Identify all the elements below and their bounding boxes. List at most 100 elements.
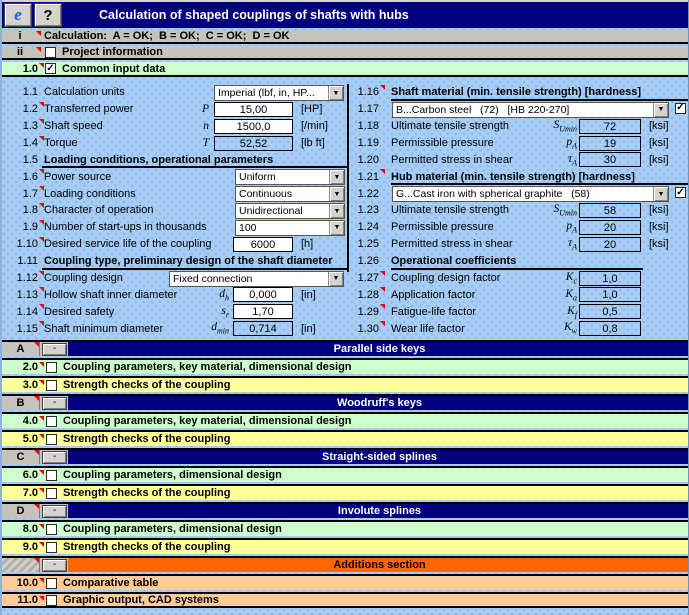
chevron-down-icon[interactable]: ▼ [653, 187, 668, 201]
dropdown-value: Fixed connection [170, 273, 328, 285]
comment-marker-icon [39, 186, 44, 191]
row-6-0: 6.0 Coupling parameters, dimensional des… [2, 466, 689, 482]
collapse-section-a-button[interactable]: - [42, 343, 67, 356]
row-label: Graphic output, CAD systems [63, 594, 219, 606]
chevron-down-icon[interactable]: ▼ [653, 103, 668, 117]
comment-marker-icon [39, 596, 44, 601]
dropdown-character-of-operation[interactable]: Unidirectional ▼ [235, 203, 345, 219]
row-2-0-checkbox[interactable] [46, 362, 57, 373]
section-1-header: 1.0 ✓ Common input data [2, 62, 689, 77]
output-shaft-minimum-diameter: 0,714 [233, 321, 293, 336]
row-4-0-checkbox[interactable] [46, 416, 57, 427]
comment-marker-icon [39, 578, 44, 583]
row-9-0-checkbox[interactable] [46, 542, 57, 553]
collapse-section-d-button[interactable]: - [42, 505, 67, 518]
row-fatigue-life-factor: 1.29 Fatigue-life factor Kf 0,5 [347, 303, 689, 320]
chevron-down-icon[interactable]: ▼ [328, 86, 343, 100]
input-transferred-power[interactable]: 15,00 [214, 102, 293, 117]
row-number: 1.20 [347, 154, 379, 166]
output-application-factor: 1,0 [579, 287, 641, 302]
chevron-down-icon[interactable]: ▼ [328, 272, 343, 286]
dropdown-power-source[interactable]: Uniform ▼ [235, 169, 345, 185]
row-number: 11.0 [2, 594, 38, 606]
row-3-0-checkbox[interactable] [46, 380, 57, 391]
section-c-bar: C - Straight-sided splines [2, 448, 689, 464]
row-label: Comparative table [63, 577, 158, 589]
symbol: Kf [501, 305, 577, 319]
row-number: 1.2 [2, 103, 38, 115]
symbol: dh [152, 288, 229, 302]
symbol: pA [501, 136, 577, 150]
comment-marker-icon [380, 85, 385, 90]
row-11-0-checkbox[interactable] [46, 595, 57, 606]
row-7-0-checkbox[interactable] [46, 488, 57, 499]
dropdown-calculation-units[interactable]: Imperial (lbf, in, HP... ▼ [214, 85, 344, 101]
row-8-0-checkbox[interactable] [46, 524, 57, 535]
comment-marker-icon [39, 136, 44, 141]
row-loading-conditions: 1.7 Loading conditions Continuous ▼ [2, 185, 347, 202]
row-label: Coupling parameters, dimensional design [63, 523, 282, 535]
row-hub-permissible-pressure: 1.24 Permissible pressure pA 20 [ksi] [347, 219, 689, 236]
row-number: 1.25 [347, 238, 379, 250]
comment-marker-icon [39, 220, 44, 225]
section-title: Common input data [62, 63, 165, 75]
dropdown-hub-material[interactable]: G...Cast iron with spherical graphite (5… [392, 186, 669, 202]
row-10-0-checkbox[interactable] [46, 578, 57, 589]
symbol: τA [501, 237, 577, 251]
row-5-0: 5.0 Strength checks of the coupling [2, 430, 689, 446]
section-c-title: Straight-sided splines [68, 450, 689, 464]
row-6-0-checkbox[interactable] [46, 470, 57, 481]
symbol: SUmin [501, 119, 577, 133]
comment-marker-icon [39, 102, 44, 107]
row-number: 1.8 [2, 204, 38, 216]
project-information-checkbox[interactable] [45, 47, 56, 58]
row-number: ii [2, 46, 38, 58]
chevron-down-icon[interactable]: ▼ [329, 221, 344, 235]
row-hub-ultimate-strength: 1.23 Ultimate tensile strength SUmin 58 … [347, 202, 689, 219]
row-number: 1.15 [2, 323, 38, 335]
chevron-down-icon[interactable]: ▼ [329, 204, 344, 218]
input-service-life[interactable]: 6000 [233, 237, 293, 252]
section-d-id: D [2, 504, 40, 518]
comment-marker-icon [39, 237, 44, 242]
help-button[interactable]: ? [34, 3, 62, 27]
chevron-down-icon[interactable]: ▼ [329, 170, 344, 184]
dropdown-loading-conditions[interactable]: Continuous ▼ [235, 186, 345, 202]
collapse-section-c-button[interactable]: - [42, 451, 67, 464]
symbol: T [132, 137, 209, 149]
output-shaft-ultimate-strength: 72 [579, 119, 641, 134]
browser-help-button[interactable]: e [4, 3, 32, 27]
check-icon: ✓ [46, 64, 54, 74]
row-shaft-speed: 1.3 Shaft speed n 1500,0 [/min] [2, 118, 347, 135]
hub-material-auto-checkbox[interactable]: ✓ [675, 187, 686, 198]
collapse-section-b-button[interactable]: - [42, 397, 67, 410]
row-label: Coupling parameters, key material, dimen… [63, 361, 352, 373]
chevron-down-icon[interactable]: ▼ [329, 187, 344, 201]
comment-marker-icon [39, 434, 44, 439]
row-number: 6.0 [2, 469, 38, 481]
subheader-label: Loading conditions, operational paramete… [44, 154, 347, 166]
row-startups: 1.9 Number of start-ups in thousands 100… [2, 219, 347, 236]
row-number: 1.14 [2, 306, 38, 318]
comment-marker-icon [34, 396, 39, 401]
dropdown-startups[interactable]: 100 ▼ [235, 220, 345, 236]
input-hollow-shaft-diameter[interactable]: 0,000 [233, 287, 293, 302]
row-label: Project information [62, 46, 163, 58]
section-a-title: Parallel side keys [68, 342, 689, 356]
row-application-factor: 1.28 Application factor Ka 1,0 [347, 286, 689, 303]
collapse-additions-button[interactable]: - [42, 559, 67, 572]
row-number: 5.0 [2, 433, 38, 445]
comment-marker-icon [380, 169, 385, 174]
dropdown-value: Continuous [236, 188, 329, 200]
input-shaft-speed[interactable]: 1500,0 [214, 119, 293, 134]
input-desired-safety[interactable]: 1,70 [233, 304, 293, 319]
common-input-data-checkbox[interactable]: ✓ [45, 63, 56, 74]
additions-section-id [2, 558, 40, 572]
dropdown-coupling-design[interactable]: Fixed connection ▼ [169, 271, 344, 287]
shaft-material-auto-checkbox[interactable]: ✓ [675, 103, 686, 114]
symbol: n [132, 120, 209, 132]
row-5-0-checkbox[interactable] [46, 434, 57, 445]
subheader-label: Hub material (min. tensile strength) [ha… [391, 171, 689, 183]
comment-marker-icon [39, 542, 44, 547]
dropdown-shaft-material[interactable]: B...Carbon steel (72) [HB 220-270] ▼ [392, 102, 669, 118]
